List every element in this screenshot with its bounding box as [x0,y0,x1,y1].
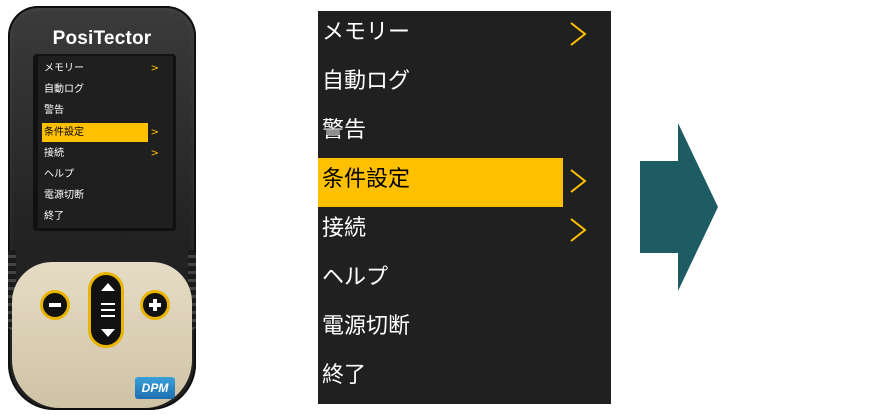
zoomed-menu: メモリー自動ログ警告条件設定接続ヘルプ電源切断終了 [318,11,611,404]
positector-device: PosiTector メモリー > 自動ログ 警告 条件設定 > 接続 > ヘルプ 電源切断 終了 … [0,0,210,415]
chevron-right-icon [570,218,587,242]
device-menu-item[interactable]: ヘルプ [38,165,173,184]
device-menu-item[interactable]: 電源切断 [38,186,173,205]
device-menu-item[interactable]: 自動ログ [38,80,173,99]
menu-item-label: メモリー [322,20,411,45]
device-menu-item[interactable]: 警告 [38,101,173,120]
menu-item[interactable]: 電源切断 [318,305,611,354]
menu-item-label: 条件設定 [322,167,411,192]
device-menu-item-label: メモリー [44,63,84,74]
menu-item-label: 自動ログ [322,69,411,94]
chevron-right-icon: > [150,63,159,74]
device-menu-item-label: 接続 [44,147,64,159]
menu-button[interactable] [88,272,124,348]
menu-item[interactable]: 警告 [318,109,611,158]
menu-item[interactable]: メモリー [318,11,611,60]
device-menu-item[interactable]: 条件設定 > [38,122,173,142]
up-arrow-icon [101,283,115,291]
menu-item[interactable]: 接続 [318,207,611,256]
device-menu-item[interactable]: 終了 [38,207,173,226]
plus-button[interactable] [140,290,170,320]
minus-button[interactable] [40,290,70,320]
menu-icon [101,303,115,317]
menu-item-label: ヘルプ [322,265,389,290]
menu-item[interactable]: 条件設定 [318,158,611,207]
chevron-right-icon [570,22,587,46]
menu-item[interactable]: 自動ログ [318,60,611,109]
brand-logo: PosiTector [52,28,152,49]
menu-item-label: 接続 [322,216,367,241]
menu-item-label: 終了 [322,363,367,388]
chevron-right-icon: > [150,147,159,159]
device-menu-item-label: ヘルプ [44,169,74,180]
chevron-right-icon: > [150,126,159,138]
device-menu-item-label: 条件設定 [44,126,84,138]
device-menu-item-label: 電源切断 [44,190,84,202]
chevron-right-icon [570,169,587,193]
device-screen: メモリー > 自動ログ警告条件設定 > 接続 > ヘルプ電源切断終了 [38,56,173,228]
menu-item-label: 電源切断 [322,314,411,339]
right-arrow-icon [640,123,718,291]
menu-item[interactable]: 終了 [318,354,611,403]
device-menu-item[interactable]: メモリー > [38,59,173,78]
down-arrow-icon [101,329,115,337]
menu-item-label: 警告 [322,118,367,143]
model-badge: DPM [135,377,175,399]
device-menu-item-label: 自動ログ [44,84,84,96]
device-menu-item-label: 終了 [44,211,64,223]
menu-item[interactable]: ヘルプ [318,256,611,305]
device-menu-item[interactable]: 接続 > [38,144,173,163]
device-menu-item-label: 警告 [44,105,64,117]
